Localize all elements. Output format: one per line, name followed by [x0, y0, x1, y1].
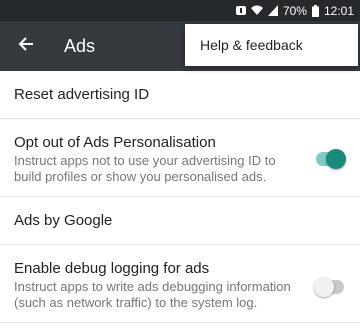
debug-logging-title: Enable debug logging for ads	[14, 260, 210, 277]
opt-out-personalisation-item[interactable]: Opt out of Ads Personalisation Instruct …	[0, 119, 360, 197]
overflow-menu: Help & feedback	[185, 24, 358, 66]
battery-percent: 70%	[282, 3, 307, 18]
ads-by-google-title: Ads by Google	[14, 212, 113, 229]
signal-icon	[267, 5, 278, 16]
opt-out-summary: Instruct apps not to use your advertisin…	[14, 153, 276, 184]
opt-out-toggle[interactable]	[316, 149, 346, 169]
toggle-knob	[314, 277, 334, 297]
arrow-back-icon	[18, 36, 34, 57]
settings-list: Reset advertising ID Opt out of Ads Pers…	[0, 71, 360, 323]
wifi-icon	[250, 5, 263, 16]
ads-by-google-item[interactable]: Ads by Google	[0, 197, 360, 245]
clock: 12:01	[323, 3, 354, 18]
page-title: Ads	[64, 35, 96, 56]
notification-icon	[235, 5, 246, 16]
status-bar: 70% 12:01	[0, 0, 360, 21]
debug-logging-toggle[interactable]	[314, 277, 344, 297]
reset-advertising-id-item[interactable]: Reset advertising ID	[0, 71, 360, 119]
back-button[interactable]	[2, 21, 50, 71]
debug-logging-item[interactable]: Enable debug logging for ads Instruct ap…	[0, 245, 360, 323]
opt-out-title: Opt out of Ads Personalisation	[14, 134, 216, 151]
battery-icon	[311, 4, 319, 17]
debug-logging-summary: Instruct apps to write ads debugging inf…	[14, 279, 291, 310]
toggle-knob	[326, 149, 346, 169]
reset-advertising-id-title: Reset advertising ID	[14, 86, 150, 103]
menu-item-help-feedback[interactable]: Help & feedback	[200, 37, 303, 53]
